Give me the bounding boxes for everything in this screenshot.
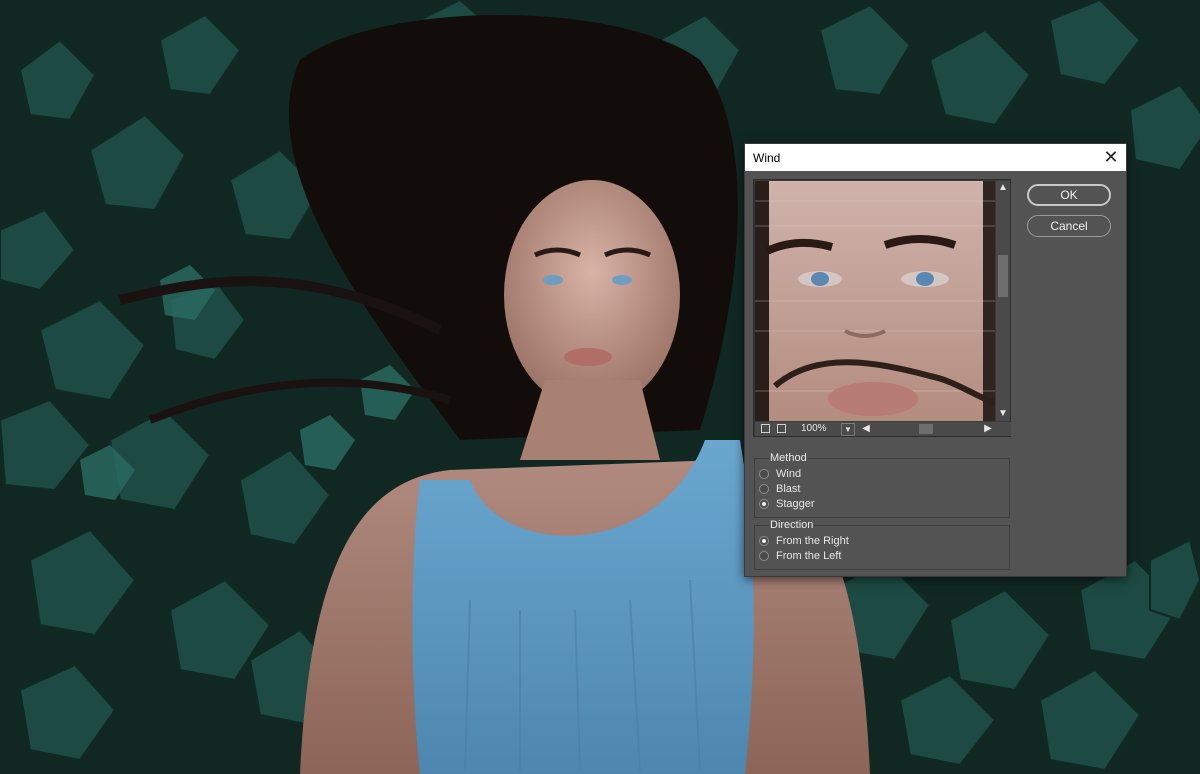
preview-image[interactable]: [755, 181, 995, 421]
chevron-down-icon[interactable]: ▼: [841, 423, 855, 436]
radio-button[interactable]: [759, 536, 769, 546]
method-group: Method Wind Blast Stagger: [754, 452, 1010, 518]
arrow-up-icon[interactable]: ▲: [996, 181, 1010, 195]
vertical-scroll-thumb[interactable]: [998, 255, 1008, 297]
direction-group: Direction From the Right From the Left: [754, 519, 1010, 570]
radio-button[interactable]: [759, 469, 769, 479]
radio-label: From the Right: [776, 535, 849, 547]
close-icon[interactable]: ✕: [1100, 146, 1122, 168]
dialog-title: Wind: [753, 151, 781, 165]
radio-button[interactable]: [759, 499, 769, 509]
radio-button[interactable]: [759, 484, 769, 494]
wind-dialog: Wind ✕ ▲ ▼ 100% ▼ ◀ ▶ OK Cancel Method W…: [744, 143, 1127, 577]
radio-label: From the Left: [776, 550, 842, 562]
zoom-in-icon[interactable]: [777, 424, 786, 433]
ok-button[interactable]: OK: [1027, 184, 1111, 206]
vertical-scrollbar[interactable]: ▲ ▼: [996, 181, 1010, 421]
arrow-right-icon[interactable]: ▶: [981, 422, 995, 436]
preview-panel: ▲ ▼ 100% ▼ ◀ ▶: [753, 179, 1011, 437]
zoom-level: 100%: [801, 423, 827, 434]
radio-label: Blast: [776, 483, 801, 495]
radio-label: Wind: [776, 468, 802, 480]
dialog-titlebar[interactable]: Wind ✕: [745, 144, 1126, 171]
preview-toolbar: 100% ▼ ◀ ▶: [755, 422, 1011, 436]
method-group-title: Method: [769, 452, 808, 464]
cancel-button[interactable]: Cancel: [1027, 215, 1111, 237]
arrow-left-icon[interactable]: ◀: [859, 422, 873, 436]
radio-button[interactable]: [759, 551, 769, 561]
arrow-down-icon[interactable]: ▼: [996, 407, 1010, 421]
direction-group-title: Direction: [769, 519, 815, 531]
horizontal-scroll-thumb[interactable]: [919, 424, 933, 434]
zoom-out-icon[interactable]: [761, 424, 770, 433]
radio-label: Stagger: [776, 498, 815, 510]
